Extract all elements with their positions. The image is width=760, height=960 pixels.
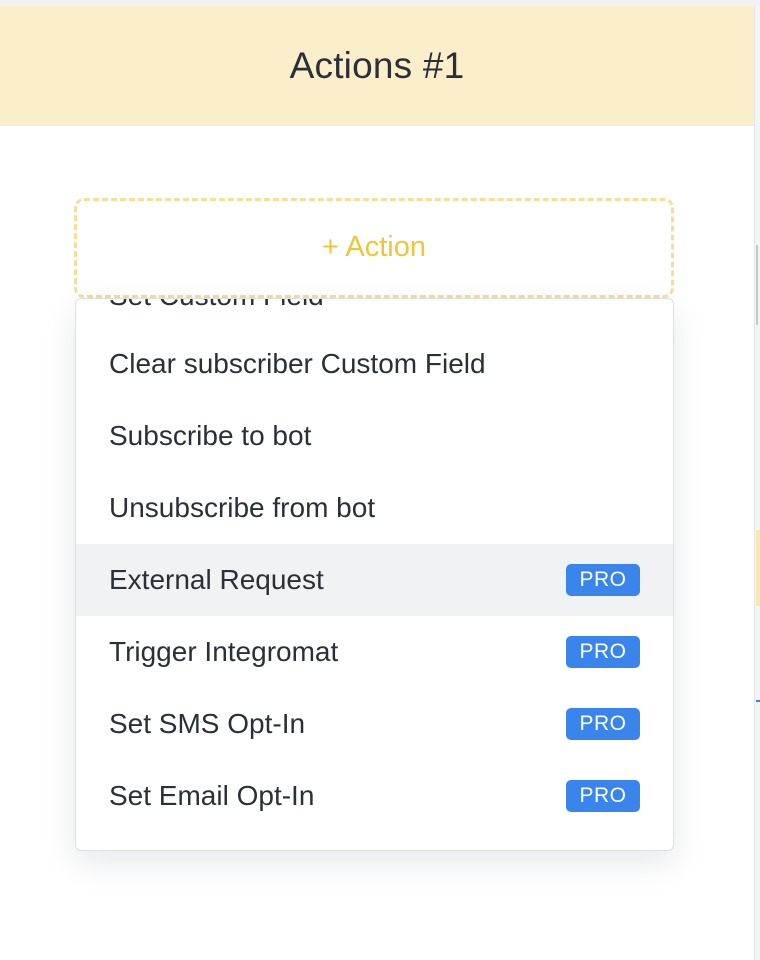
- menu-item-external-request[interactable]: External Request PRO: [76, 544, 673, 616]
- pro-badge: PRO: [566, 780, 640, 812]
- adjacent-panel-border: [756, 245, 760, 325]
- menu-item-label: Unsubscribe from bot: [109, 492, 376, 523]
- adjacent-panel-yellow-strip: [756, 530, 760, 606]
- menu-item-label: External Request: [109, 564, 324, 595]
- menu-item-label: Set Email Opt-In: [109, 780, 315, 811]
- menu-item-unsubscribe-from-bot[interactable]: Unsubscribe from bot: [76, 472, 673, 544]
- menu-item-set-custom-field[interactable]: Set Custom Field: [76, 299, 673, 332]
- actions-header: Actions #1: [0, 6, 754, 126]
- adjacent-panel-edge: [754, 6, 760, 960]
- add-action-label: + Action: [322, 231, 426, 263]
- menu-item-label: Set Custom Field: [109, 299, 640, 312]
- menu-item-label: Trigger Integromat: [109, 636, 339, 667]
- action-dropdown-menu[interactable]: Set Custom Field Clear subscriber Custom…: [75, 298, 674, 851]
- menu-item-label: Subscribe to bot: [109, 420, 312, 451]
- menu-item-set-email-opt-in[interactable]: Set Email Opt-In PRO: [76, 760, 673, 832]
- pro-badge: PRO: [566, 564, 640, 596]
- pro-badge: PRO: [566, 708, 640, 740]
- menu-item-subscribe-to-bot[interactable]: Subscribe to bot: [76, 400, 673, 472]
- add-action-button[interactable]: + Action: [74, 198, 674, 298]
- menu-item-clear-custom-field[interactable]: Clear subscriber Custom Field: [76, 328, 673, 400]
- adjacent-panel-blue-line: [756, 700, 760, 714]
- pro-badge: PRO: [566, 636, 640, 668]
- menu-item-label: Clear subscriber Custom Field: [109, 348, 486, 379]
- menu-item-set-sms-opt-in[interactable]: Set SMS Opt-In PRO: [76, 688, 673, 760]
- menu-item-label: Set SMS Opt-In: [109, 708, 306, 739]
- menu-item-trigger-integromat[interactable]: Trigger Integromat PRO: [76, 616, 673, 688]
- page-title: Actions #1: [289, 45, 465, 86]
